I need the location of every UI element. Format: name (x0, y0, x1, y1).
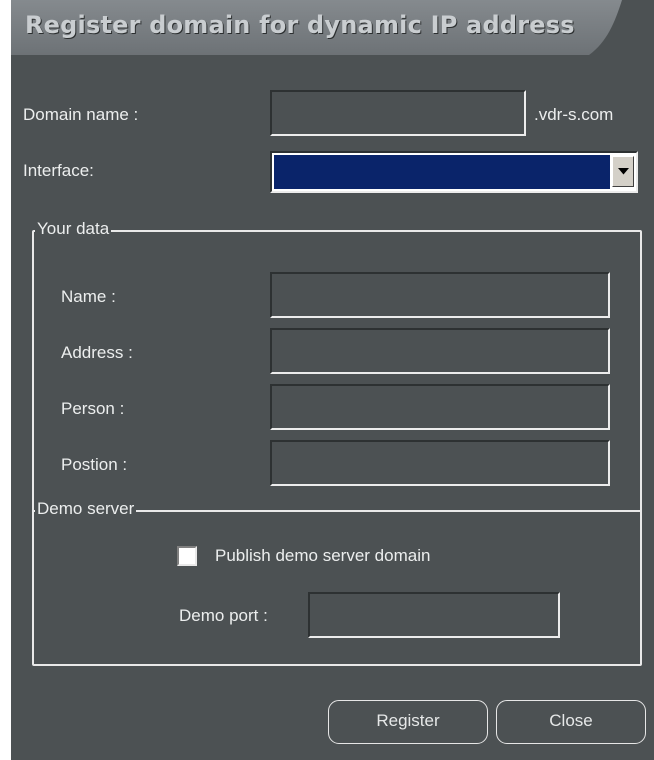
interface-select[interactable] (270, 151, 638, 193)
dialog-title: Register domain for dynamic IP address (25, 11, 575, 39)
register-domain-dialog: Register domain for dynamic IP address D… (11, 0, 654, 760)
address-input[interactable] (272, 330, 608, 372)
domain-suffix: .vdr-s.com (534, 105, 614, 124)
demo-server-legend: Demo server (35, 499, 137, 519)
your-data-legend: Your data (35, 219, 112, 239)
publish-demo-checkbox[interactable] (177, 546, 197, 566)
position-input[interactable] (272, 442, 608, 484)
demo-port-input[interactable] (310, 594, 558, 636)
close-button[interactable]: Close (496, 700, 646, 744)
name-field[interactable] (270, 272, 610, 318)
demo-port-label: Demo port : (179, 606, 268, 625)
person-input[interactable] (272, 386, 608, 428)
address-label: Address : (61, 343, 133, 362)
dropdown-button[interactable] (612, 156, 634, 187)
person-label: Person : (61, 399, 125, 418)
address-field[interactable] (270, 328, 610, 374)
demo-port-field[interactable] (308, 592, 560, 638)
domain-name-label: Domain name : (23, 105, 139, 124)
title-tab: Register domain for dynamic IP address (11, 0, 622, 55)
chevron-down-icon (618, 168, 629, 175)
domain-name-input[interactable] (272, 92, 524, 134)
position-label: Postion : (61, 455, 128, 474)
interface-label: Interface: (23, 161, 94, 180)
domain-name-field[interactable] (270, 90, 526, 136)
person-field[interactable] (270, 384, 610, 430)
publish-demo-label: Publish demo server domain (215, 546, 431, 565)
position-field[interactable] (270, 440, 610, 486)
name-input[interactable] (272, 274, 608, 316)
name-label: Name : (61, 287, 116, 306)
register-button[interactable]: Register (328, 700, 488, 744)
interface-selected-value (274, 155, 610, 189)
